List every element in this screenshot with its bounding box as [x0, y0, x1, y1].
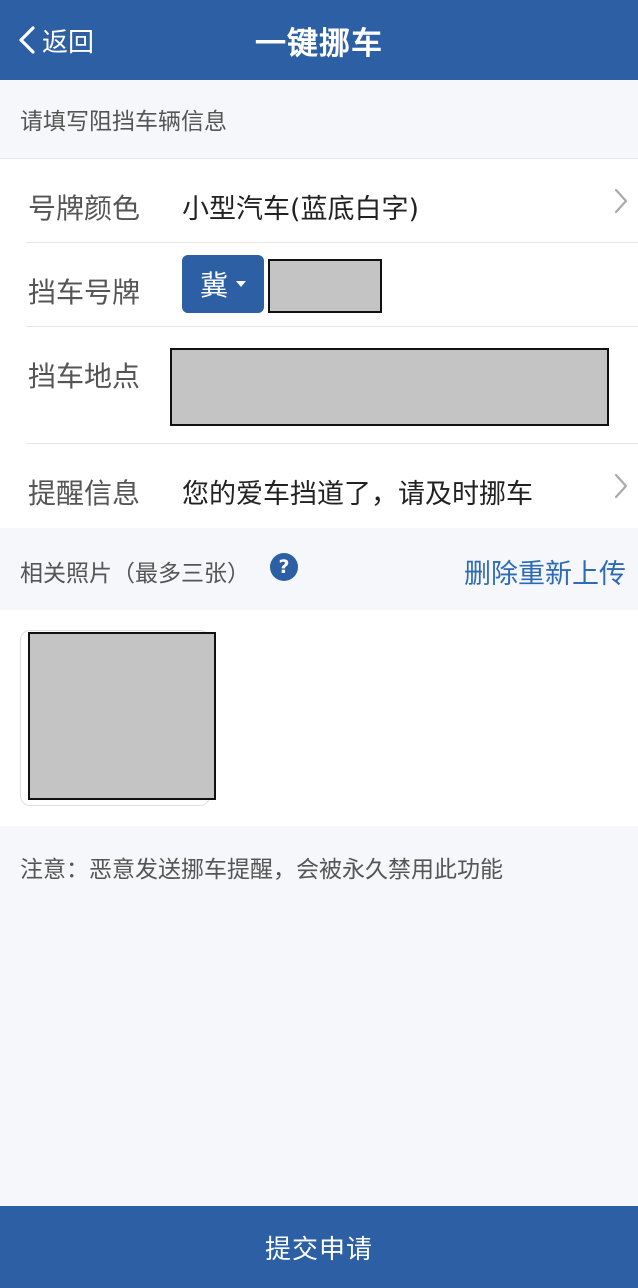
- location-input[interactable]: [170, 348, 609, 426]
- page-title: 一键挪车: [255, 25, 383, 62]
- chevron-left-icon: [19, 26, 35, 54]
- reminder-value: 您的爱车挡道了，请及时挪车: [182, 479, 533, 510]
- top-bar: 返回 一键挪车: [0, 0, 638, 80]
- plate-color-row[interactable]: 号牌颜色 小型汽车(蓝底白字): [0, 159, 638, 243]
- reupload-link[interactable]: 删除重新上传: [464, 552, 626, 591]
- plate-number-label: 挡车号牌: [28, 276, 141, 309]
- section-title: 请填写阻挡车辆信息: [20, 109, 227, 135]
- photos-header: 相关照片（最多三张） ? 删除重新上传: [0, 528, 638, 610]
- caret-down-icon: [236, 281, 246, 287]
- province-select[interactable]: 冀: [182, 255, 264, 313]
- photos-title: 相关照片（最多三张）: [20, 561, 250, 587]
- help-icon[interactable]: ?: [270, 553, 298, 581]
- back-label: 返回: [42, 27, 95, 58]
- reminder-label: 提醒信息: [28, 477, 141, 510]
- uploaded-photo[interactable]: [28, 632, 216, 800]
- reminder-row[interactable]: 提醒信息 您的爱车挡道了，请及时挪车: [0, 444, 638, 528]
- plate-number-input[interactable]: [268, 259, 382, 313]
- photos-area: [0, 610, 638, 826]
- chevron-right-icon: [614, 188, 628, 214]
- section-header: 请填写阻挡车辆信息: [0, 80, 638, 158]
- vehicle-info-form: 号牌颜色 小型汽车(蓝底白字) 挡车号牌 冀 挡车地点 提醒信息 您的爱车挡道了…: [0, 158, 638, 530]
- back-button[interactable]: 返回: [16, 0, 94, 80]
- location-label: 挡车地点: [28, 360, 141, 393]
- plate-color-value: 小型汽车(蓝底白字): [182, 194, 420, 225]
- province-value: 冀: [199, 269, 228, 302]
- notice-text: 注意：恶意发送挪车提醒，会被永久禁用此功能: [20, 857, 503, 883]
- plate-color-label: 号牌颜色: [28, 192, 141, 225]
- chevron-right-icon: [614, 473, 628, 499]
- submit-button[interactable]: 提交申请: [0, 1206, 638, 1288]
